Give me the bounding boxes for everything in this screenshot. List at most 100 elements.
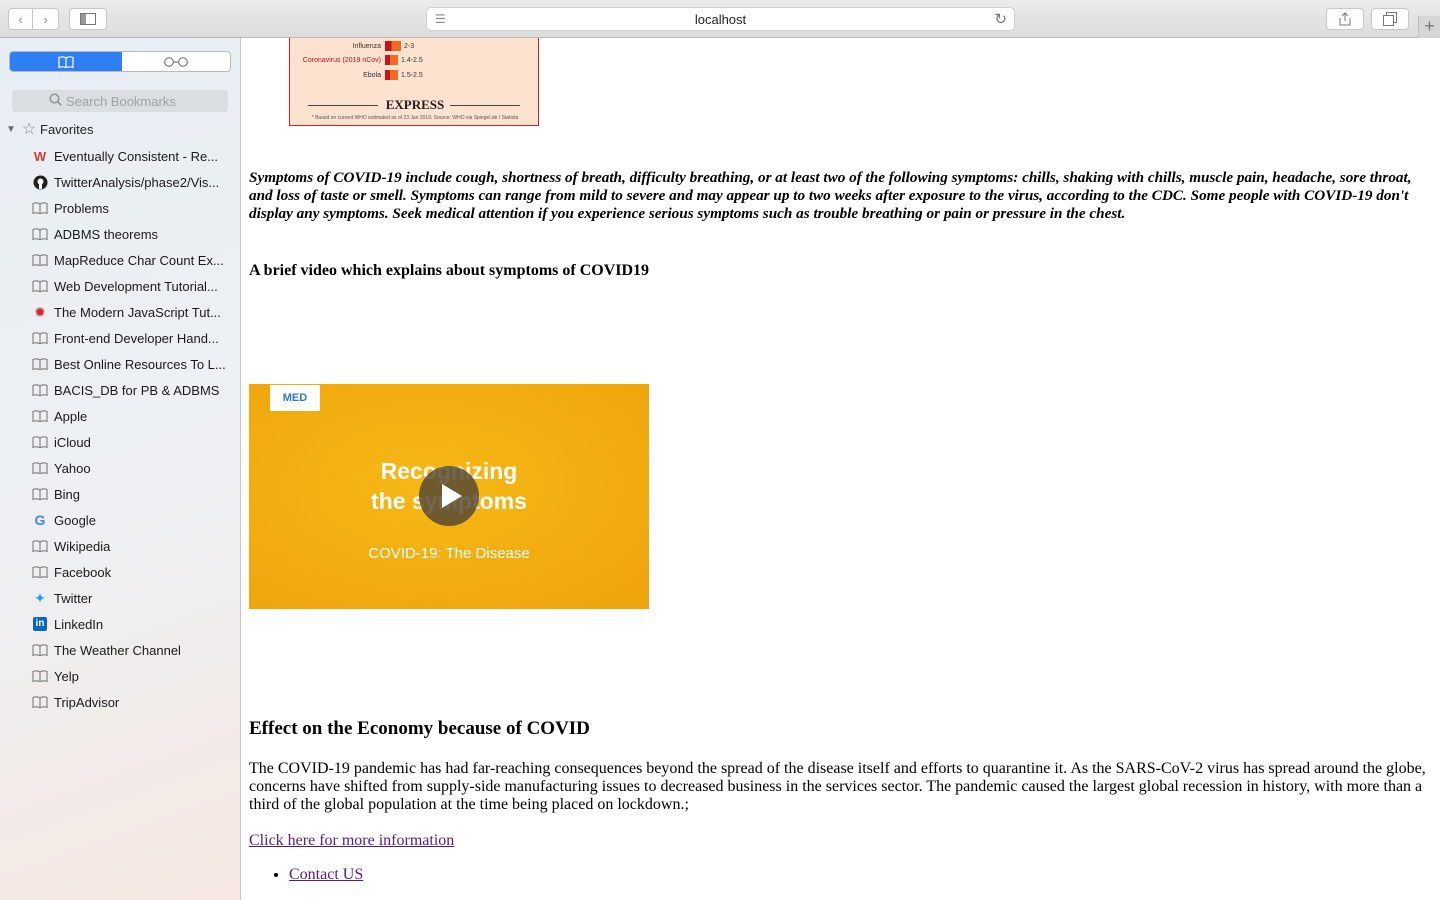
w-favicon: W (33, 148, 47, 164)
contact-us-link[interactable]: Contact US (289, 866, 363, 883)
tabs-icon (1383, 12, 1397, 26)
bookmark-label: Problems (54, 200, 109, 216)
infographic-bar (385, 55, 398, 65)
address-bar[interactable]: ☰ localhost ↻ (426, 7, 1015, 31)
book-icon (30, 486, 50, 502)
star-icon: ☆ (21, 121, 37, 138)
bookmarks-sidebar: ▼ ☆ Favorites W Eventually Consistent - R… (0, 38, 241, 900)
reload-icon[interactable]: ↻ (994, 10, 1007, 28)
infographic-value: 1.4-2.5 (401, 56, 423, 64)
reading-list-tab[interactable] (122, 52, 230, 71)
bookmark-item[interactable]: Apple (30, 403, 240, 429)
infographic-row: Ebola 1.5-2.5 (290, 70, 423, 80)
book-icon (30, 226, 50, 242)
book-icon (30, 460, 50, 476)
infographic-row: Influenza 2-3 (290, 41, 414, 51)
divider (308, 105, 378, 106)
bookmark-item[interactable]: ADBMS theorems (30, 221, 240, 247)
book-icon (30, 434, 50, 450)
bookmark-item[interactable]: Yelp (30, 663, 240, 689)
bookmark-label: Front-end Developer Hand... (54, 330, 219, 346)
bookmark-item[interactable]: MapReduce Char Count Ex... (30, 247, 240, 273)
book-icon (30, 330, 50, 346)
symptoms-paragraph: Symptoms of COVID-19 include cough, shor… (249, 169, 1412, 222)
bookmark-item[interactable]: Front-end Developer Hand... (30, 325, 240, 351)
bookmark-label: The Weather Channel (54, 642, 181, 658)
bookmark-label: The Modern JavaScript Tut... (54, 304, 221, 320)
bookmark-item[interactable]: Yahoo (30, 455, 240, 481)
back-button[interactable]: ‹ (8, 8, 33, 30)
book-icon (30, 252, 50, 268)
bookmark-label: Apple (54, 408, 88, 424)
share-icon (1339, 12, 1351, 26)
share-button[interactable] (1326, 8, 1364, 30)
bookmark-label: Yelp (54, 668, 79, 684)
bookmark-label: Wikipedia (54, 538, 111, 554)
disclosure-triangle-icon[interactable]: ▼ (6, 124, 18, 135)
book-icon (30, 200, 50, 216)
infographic-row: Coronavirus (2019 nCov) 1.4-2.5 (290, 55, 423, 65)
video-heading: A brief video which explains about sympt… (249, 262, 650, 279)
bookmark-item[interactable]: Best Online Resources To L... (30, 351, 240, 377)
bookmark-label: Best Online Resources To L... (54, 356, 226, 372)
play-icon (442, 484, 462, 508)
chevron-left-icon: ‹ (18, 11, 23, 27)
book-icon (30, 382, 50, 398)
bookmark-list: W Eventually Consistent - Re... TwitterAna… (30, 143, 240, 715)
twitter-icon: ✦ (34, 589, 46, 606)
bookmark-label: Google (54, 512, 96, 528)
new-tab-button[interactable]: + (1418, 16, 1440, 38)
bookmark-item[interactable]: G Google (30, 507, 240, 533)
infographic-label: Ebola (363, 71, 381, 79)
play-button[interactable] (419, 466, 479, 526)
bookmark-item[interactable]: The Weather Channel (30, 637, 240, 663)
infographic-image: EXPRESS * Based on current WHO estimated… (289, 38, 539, 126)
bookmarks-tab[interactable] (10, 52, 122, 71)
search-icon (49, 93, 62, 109)
bookmark-item[interactable]: TripAdvisor (30, 689, 240, 715)
bookmark-item[interactable]: ✦ Twitter (30, 585, 240, 611)
bookmark-item[interactable]: Facebook (30, 559, 240, 585)
linkedin-icon: in (30, 616, 50, 632)
book-icon (30, 694, 50, 710)
chart-source: * Based on current WHO estimated as of 2… (311, 115, 519, 121)
google-icon: G (34, 512, 46, 528)
search-input[interactable] (12, 90, 228, 112)
bookmark-label: TwitterAnalysis/phase2/Vis... (54, 174, 220, 190)
bookmark-label: ADBMS theorems (54, 226, 159, 242)
more-info-link[interactable]: Click here for more information (249, 832, 454, 850)
video-player[interactable]: MED Recognizing the symptoms COVID-19: T… (249, 384, 649, 609)
book-icon (30, 668, 50, 684)
bookmark-item[interactable]: W Eventually Consistent - Re... (30, 143, 240, 169)
bookmark-label: Yahoo (54, 460, 91, 476)
web-content: EXPRESS * Based on current WHO estimated… (241, 38, 1440, 900)
bookmark-item[interactable]: in LinkedIn (30, 611, 240, 637)
economy-heading: Effect on the Economy because of COVID (249, 718, 590, 739)
book-icon (58, 55, 74, 68)
infographic-bar (385, 41, 401, 51)
bookmark-item[interactable]: Wikipedia (30, 533, 240, 559)
sidebar-toggle-button[interactable] (69, 8, 107, 30)
bookmark-item[interactable]: Web Development Tutorial... (30, 273, 240, 299)
bookmark-item[interactable]: Bing (30, 481, 240, 507)
bookmark-item[interactable]: Problems (30, 195, 240, 221)
infographic-bar (385, 70, 398, 80)
reader-icon[interactable]: ☰ (435, 12, 446, 26)
bookmark-item[interactable]: TwitterAnalysis/phase2/Vis... (30, 169, 240, 195)
book-icon (30, 408, 50, 424)
sidebar-segmented-control (9, 51, 231, 72)
bookmark-label: Web Development Tutorial... (54, 278, 218, 294)
bookmark-label: BACIS_DB for PB & ADBMS (54, 382, 220, 398)
favorites-folder[interactable]: ▼ ☆ Favorites (6, 119, 93, 139)
bookmark-label: LinkedIn (54, 616, 104, 632)
bookmark-item[interactable]: ✹ The Modern JavaScript Tut... (30, 299, 240, 325)
bookmark-label: TripAdvisor (54, 694, 120, 710)
forward-button[interactable]: › (33, 8, 59, 30)
infographic-value: 1.5-2.5 (401, 71, 423, 79)
infographic-value: 2-3 (404, 42, 415, 50)
bookmark-item[interactable]: iCloud (30, 429, 240, 455)
bookmark-item[interactable]: BACIS_DB for PB & ADBMS (30, 377, 240, 403)
bookmark-search[interactable] (12, 90, 228, 112)
tab-overview-button[interactable] (1371, 8, 1409, 30)
bookmark-label: Bing (54, 486, 81, 502)
